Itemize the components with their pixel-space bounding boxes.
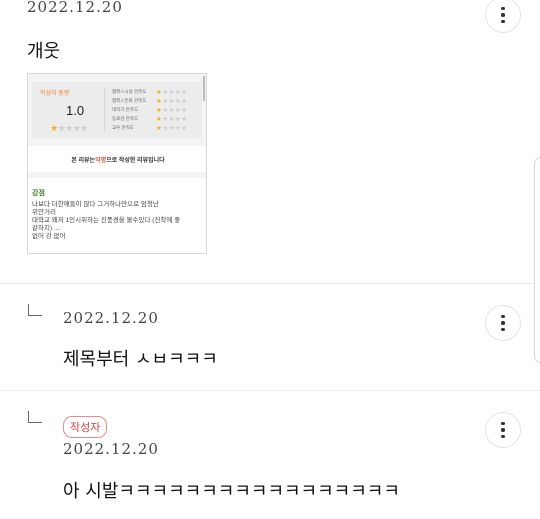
reply-arrow-icon — [28, 411, 42, 423]
reply-date: 2022.12.20 — [63, 309, 159, 327]
more-vertical-icon — [501, 6, 505, 11]
rating-row: 대학가 만족도 ★★★★★ — [112, 106, 188, 114]
reply-arrow-icon — [28, 304, 42, 316]
attached-image[interactable]: 작성자 총평 1.0 ★★★★★ 캠퍼스시설 만족도 ★★★★★ 캠퍼스문화 만족… — [27, 73, 207, 254]
review-title: 강점 — [32, 190, 45, 197]
review-line: 없어 강 없어 — [32, 233, 66, 240]
rating-list: 캠퍼스시설 만족도 ★★★★★ 캠퍼스문화 만족도 ★★★★★ 대학가 만족도 ★★★… — [112, 87, 188, 133]
rating-stars: ★★★★★ — [156, 97, 188, 105]
rating-row: 캠퍼스시설 만족도 ★★★★★ — [112, 88, 188, 96]
overall-score: 1.0 — [66, 103, 85, 118]
anonymous-notice: 본 리뷰는 익명 으로 작성한 리뷰입니다 — [28, 146, 206, 172]
author-badge: 작성자 — [63, 416, 108, 438]
summary-label: 작성자 총평 — [40, 91, 70, 97]
overall-stars: ★★★★★ — [50, 123, 88, 133]
rating-stars: ★★★★★ — [156, 116, 188, 124]
rating-row: 동료감 만족도 ★★★★★ — [112, 116, 188, 124]
comment-divider — [0, 390, 540, 391]
review-line: 같하지) ... — [32, 225, 60, 232]
summary-divider — [104, 88, 105, 132]
review-line: 나보다 더한애들이 많다 그거하나만으로 엄청난 — [32, 201, 159, 208]
rating-stars: ★★★★★ — [156, 125, 188, 133]
more-options-button[interactable] — [485, 305, 521, 341]
review-line: 위안거리 — [32, 209, 56, 216]
reply-text: 제목부터 ㅅㅂㅋㅋㅋ — [63, 349, 218, 370]
comment-date: 2022.12.20 — [27, 0, 123, 16]
rating-stars: ★★★★★ — [156, 106, 188, 114]
more-vertical-icon — [501, 421, 505, 426]
comment-text: 개웃 — [27, 41, 61, 62]
rating-row: 교수 만족도 ★★★★★ — [112, 125, 188, 133]
review-summary-box: 작성자 총평 1.0 ★★★★★ 캠퍼스시설 만족도 ★★★★★ 캠퍼스문화 만족… — [32, 82, 202, 138]
side-panel-edge[interactable] — [534, 157, 540, 363]
review-line: 대학교 왜저 1인시위하는 진풍경을 볼수있다 (진착에 좋 — [32, 217, 181, 224]
thumb-scrollbar — [203, 76, 205, 101]
rating-row: 캠퍼스문화 만족도 ★★★★★ — [112, 97, 188, 105]
more-vertical-icon — [501, 314, 505, 319]
review-strengths: 강점 나보다 더한애들이 많다 그거하나만으로 엄청난 위안거리 대학교 왜저 … — [28, 178, 206, 253]
rating-stars: ★★★★★ — [156, 88, 188, 96]
reply-text: 아 시발ㅋㅋㅋㅋㅋㅋㅋㅋㅋㅋㅋㅋㅋㅋㅋㅋㅋ — [63, 481, 400, 502]
comment-divider — [0, 283, 540, 284]
more-options-button[interactable] — [485, 412, 521, 448]
more-options-button[interactable] — [485, 0, 521, 33]
reply-date: 2022.12.20 — [63, 440, 159, 458]
